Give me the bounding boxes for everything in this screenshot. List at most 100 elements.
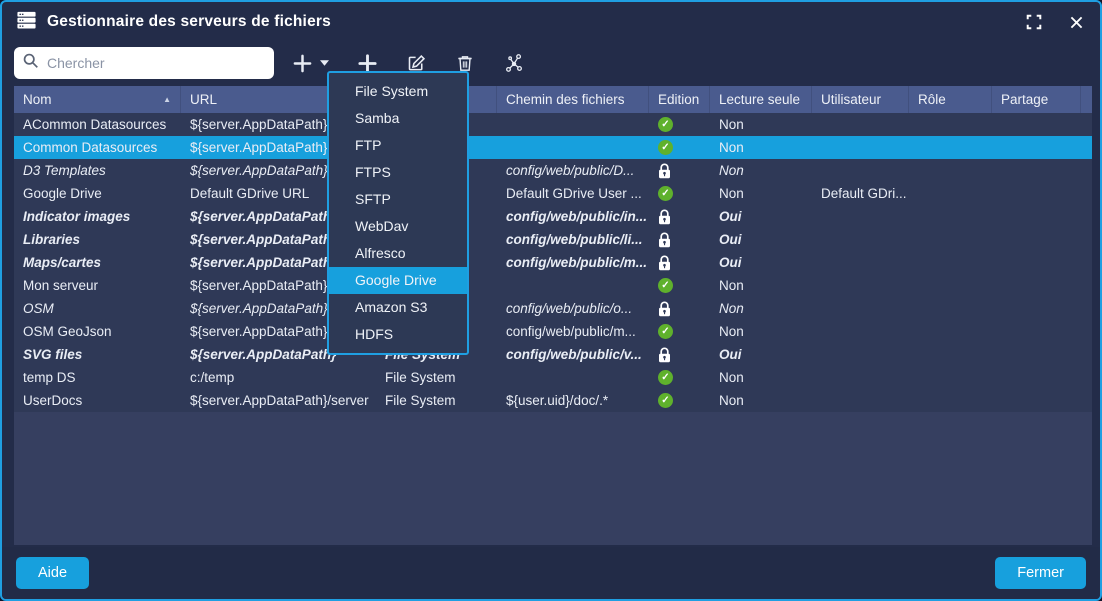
- table-row[interactable]: Mon serveur${server.AppDataPath}✓Non: [14, 274, 1092, 297]
- cell-nom: temp DS: [14, 366, 181, 389]
- dropdown-item-webdav[interactable]: WebDav: [329, 213, 467, 240]
- table-row[interactable]: Libraries${server.AppDataPath}config/web…: [14, 228, 1092, 251]
- check-circle-icon: ✓: [658, 186, 673, 201]
- cell-nom: Mon serveur: [14, 274, 181, 297]
- cell-lecture-seule: Oui: [710, 343, 812, 366]
- servers-table: Nom ▲ URL Chemin des fichiersEditionLecture…: [14, 86, 1092, 545]
- cell-nom: UserDocs: [14, 389, 181, 412]
- close-button[interactable]: [1066, 12, 1086, 32]
- dropdown-item-sftp[interactable]: SFTP: [329, 186, 467, 213]
- lock-icon: [658, 163, 671, 179]
- cell-chemin-des-fichiers: config/web/public/m...: [497, 320, 649, 343]
- search-box: [14, 47, 274, 79]
- table-row[interactable]: SVG files${server.AppDataPath}File Syste…: [14, 343, 1092, 366]
- dropdown-item-amazon-s3[interactable]: Amazon S3: [329, 294, 467, 321]
- dropdown-item-hdfs[interactable]: HDFS: [329, 321, 467, 348]
- file-server-manager-dialog: Gestionnaire des serveurs de fichiers: [0, 0, 1102, 601]
- cell-edition: [649, 209, 710, 225]
- table-row[interactable]: Google DriveDefault GDrive URLDefault GD…: [14, 182, 1092, 205]
- lock-icon: [658, 209, 671, 225]
- dropdown-item-ftp[interactable]: FTP: [329, 132, 467, 159]
- cell-edition: [649, 301, 710, 317]
- cell-edition: [649, 163, 710, 179]
- table-row[interactable]: D3 Templates${server.AppDataPath}config/…: [14, 159, 1092, 182]
- column-label: URL: [190, 92, 217, 107]
- column-header-partage[interactable]: Partage: [992, 86, 1081, 113]
- cell-url: ${server.AppDataPath}/server: [181, 389, 376, 412]
- cell-lecture-seule: Non: [710, 136, 812, 159]
- cell-edition: ✓: [649, 278, 710, 293]
- cell-nom: Indicator images: [14, 205, 181, 228]
- help-button[interactable]: Aide: [16, 557, 89, 589]
- cell-type: File System: [376, 366, 497, 389]
- cell-nom: Common Datasources: [14, 136, 181, 159]
- table-body: ACommon Datasources${server.AppDataPath}…: [14, 113, 1092, 412]
- chevron-down-icon: [320, 60, 329, 66]
- column-label: Partage: [1001, 92, 1048, 107]
- column-header-filler: [1081, 86, 1092, 113]
- footer-bar: Aide Fermer: [2, 547, 1100, 599]
- dropdown-item-google-drive[interactable]: Google Drive: [329, 267, 467, 294]
- column-label: Nom: [23, 92, 52, 107]
- sort-asc-icon: ▲: [157, 95, 171, 104]
- table-row[interactable]: temp DSc:/tempFile System✓Non: [14, 366, 1092, 389]
- table-row[interactable]: OSM${server.AppDataPath}config/web/publi…: [14, 297, 1092, 320]
- lock-icon: [658, 232, 671, 248]
- column-label: Rôle: [918, 92, 946, 107]
- column-header-edition[interactable]: Edition: [649, 86, 710, 113]
- type-dropdown: File SystemSambaFTPFTPSSFTPWebDavAlfresc…: [327, 71, 469, 355]
- column-header-chemin-des-fichiers[interactable]: Chemin des fichiers: [497, 86, 649, 113]
- cell-chemin-des-fichiers: ${user.uid}/doc/.*: [497, 389, 649, 412]
- table-row[interactable]: Maps/cartes${server.AppDataPath}config/w…: [14, 251, 1092, 274]
- column-header-lecture-seule[interactable]: Lecture seule: [710, 86, 812, 113]
- dialog-title: Gestionnaire des serveurs de fichiers: [47, 13, 331, 31]
- check-circle-icon: ✓: [658, 117, 673, 132]
- add-with-type-button[interactable]: [292, 53, 329, 74]
- screen: Gestionnaire des serveurs de fichiers: [0, 0, 1102, 601]
- lock-icon: [658, 301, 671, 317]
- cell-chemin-des-fichiers: Default GDrive User ...: [497, 182, 649, 205]
- servers-icon: [16, 9, 37, 36]
- network-button[interactable]: [503, 52, 525, 74]
- dropdown-item-alfresco[interactable]: Alfresco: [329, 240, 467, 267]
- cell-lecture-seule: Non: [710, 297, 812, 320]
- window-controls: [1024, 12, 1086, 32]
- cell-edition: ✓: [649, 370, 710, 385]
- cell-chemin-des-fichiers: config/web/public/v...: [497, 343, 649, 366]
- cell-edition: [649, 347, 710, 363]
- toolbar: [2, 42, 1100, 84]
- table-row[interactable]: ACommon Datasources${server.AppDataPath}…: [14, 113, 1092, 136]
- cell-type: File System: [376, 389, 497, 412]
- cell-lecture-seule: Oui: [710, 251, 812, 274]
- table-row[interactable]: Indicator images${server.AppDataPath}con…: [14, 205, 1092, 228]
- table-row[interactable]: OSM GeoJson${server.AppDataPath}config/w…: [14, 320, 1092, 343]
- lock-icon: [658, 255, 671, 271]
- column-header-utilisateur[interactable]: Utilisateur: [812, 86, 909, 113]
- dropdown-item-ftps[interactable]: FTPS: [329, 159, 467, 186]
- cell-lecture-seule: Non: [710, 159, 812, 182]
- cell-nom: Maps/cartes: [14, 251, 181, 274]
- cell-lecture-seule: Non: [710, 389, 812, 412]
- maximize-button[interactable]: [1024, 12, 1044, 32]
- column-header-nom[interactable]: Nom ▲: [14, 86, 181, 113]
- cell-chemin-des-fichiers: config/web/public/in...: [497, 205, 649, 228]
- check-circle-icon: ✓: [658, 140, 673, 155]
- column-header-role[interactable]: Rôle: [909, 86, 992, 113]
- close-dialog-button[interactable]: Fermer: [995, 557, 1086, 589]
- cell-nom: OSM GeoJson: [14, 320, 181, 343]
- table-row[interactable]: UserDocs${server.AppDataPath}/serverFile…: [14, 389, 1092, 412]
- search-input[interactable]: [45, 54, 266, 72]
- title-bar: Gestionnaire des serveurs de fichiers: [2, 2, 1100, 42]
- cell-nom: D3 Templates: [14, 159, 181, 182]
- dropdown-item-samba[interactable]: Samba: [329, 105, 467, 132]
- cell-edition: [649, 232, 710, 248]
- dropdown-item-file-system[interactable]: File System: [329, 78, 467, 105]
- network-icon: [503, 52, 525, 74]
- table-row[interactable]: Common Datasources${server.AppDataPath}✓…: [14, 136, 1092, 159]
- cell-lecture-seule: Non: [710, 274, 812, 297]
- cell-nom: OSM: [14, 297, 181, 320]
- cell-edition: ✓: [649, 117, 710, 132]
- check-circle-icon: ✓: [658, 370, 673, 385]
- lock-icon: [658, 347, 671, 363]
- cell-edition: ✓: [649, 324, 710, 339]
